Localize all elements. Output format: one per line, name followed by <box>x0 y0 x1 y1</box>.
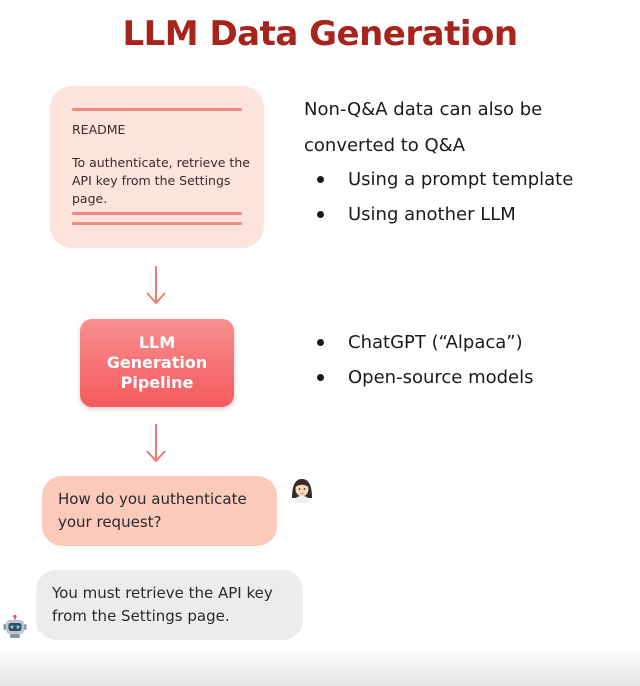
bullet-text: Using a prompt template <box>348 169 574 190</box>
bullet-dot-icon <box>317 176 324 183</box>
woman-avatar-icon <box>292 479 312 503</box>
readme-top-rule <box>72 108 242 111</box>
bullet-text: ChatGPT (“Alpaca”) <box>348 332 523 353</box>
bullet-dot-icon <box>317 374 324 381</box>
down-arrow-icon <box>146 266 166 305</box>
page-title: LLM Data Generation <box>122 14 518 54</box>
question-bubble: How do you authenticate your request? <box>42 476 277 546</box>
pipeline-label-line: Pipeline <box>120 373 194 392</box>
bullet-dot-icon <box>317 211 324 218</box>
pipeline-label-line: LLM <box>138 333 176 352</box>
readme-title: README <box>72 122 126 137</box>
method-bullet-list: Using a prompt template Using another LL… <box>304 162 573 232</box>
intro-text: Non-Q&A data can also be converted to Q&… <box>304 99 543 156</box>
answer-bubble: You must retrieve the API key from the S… <box>36 570 303 640</box>
bullet-dot-icon <box>317 339 324 346</box>
bullet-text: Using another LLM <box>348 204 516 225</box>
bullet-item: Using a prompt template <box>304 162 573 197</box>
readme-bottom-rule-1 <box>72 212 242 215</box>
bullet-item: Open-source models <box>304 360 534 395</box>
pipeline-label-line: Generation <box>106 353 208 372</box>
model-bullet-list: ChatGPT (“Alpaca”) Open-source models <box>304 325 534 395</box>
llm-generation-pipeline: LLM Generation Pipeline <box>80 319 234 407</box>
bullet-text: Open-source models <box>348 367 534 388</box>
readme-body: To authenticate, retrieve the API key fr… <box>72 155 250 206</box>
readme-card: README To authenticate, retrieve the API… <box>50 86 264 248</box>
slide-footer-shade <box>0 646 640 686</box>
down-arrow-icon <box>146 424 166 463</box>
readme-bottom-rule-2 <box>72 222 242 225</box>
bullet-item: Using another LLM <box>304 197 573 232</box>
robot-avatar-icon <box>3 614 27 638</box>
bullet-item: ChatGPT (“Alpaca”) <box>304 325 534 360</box>
